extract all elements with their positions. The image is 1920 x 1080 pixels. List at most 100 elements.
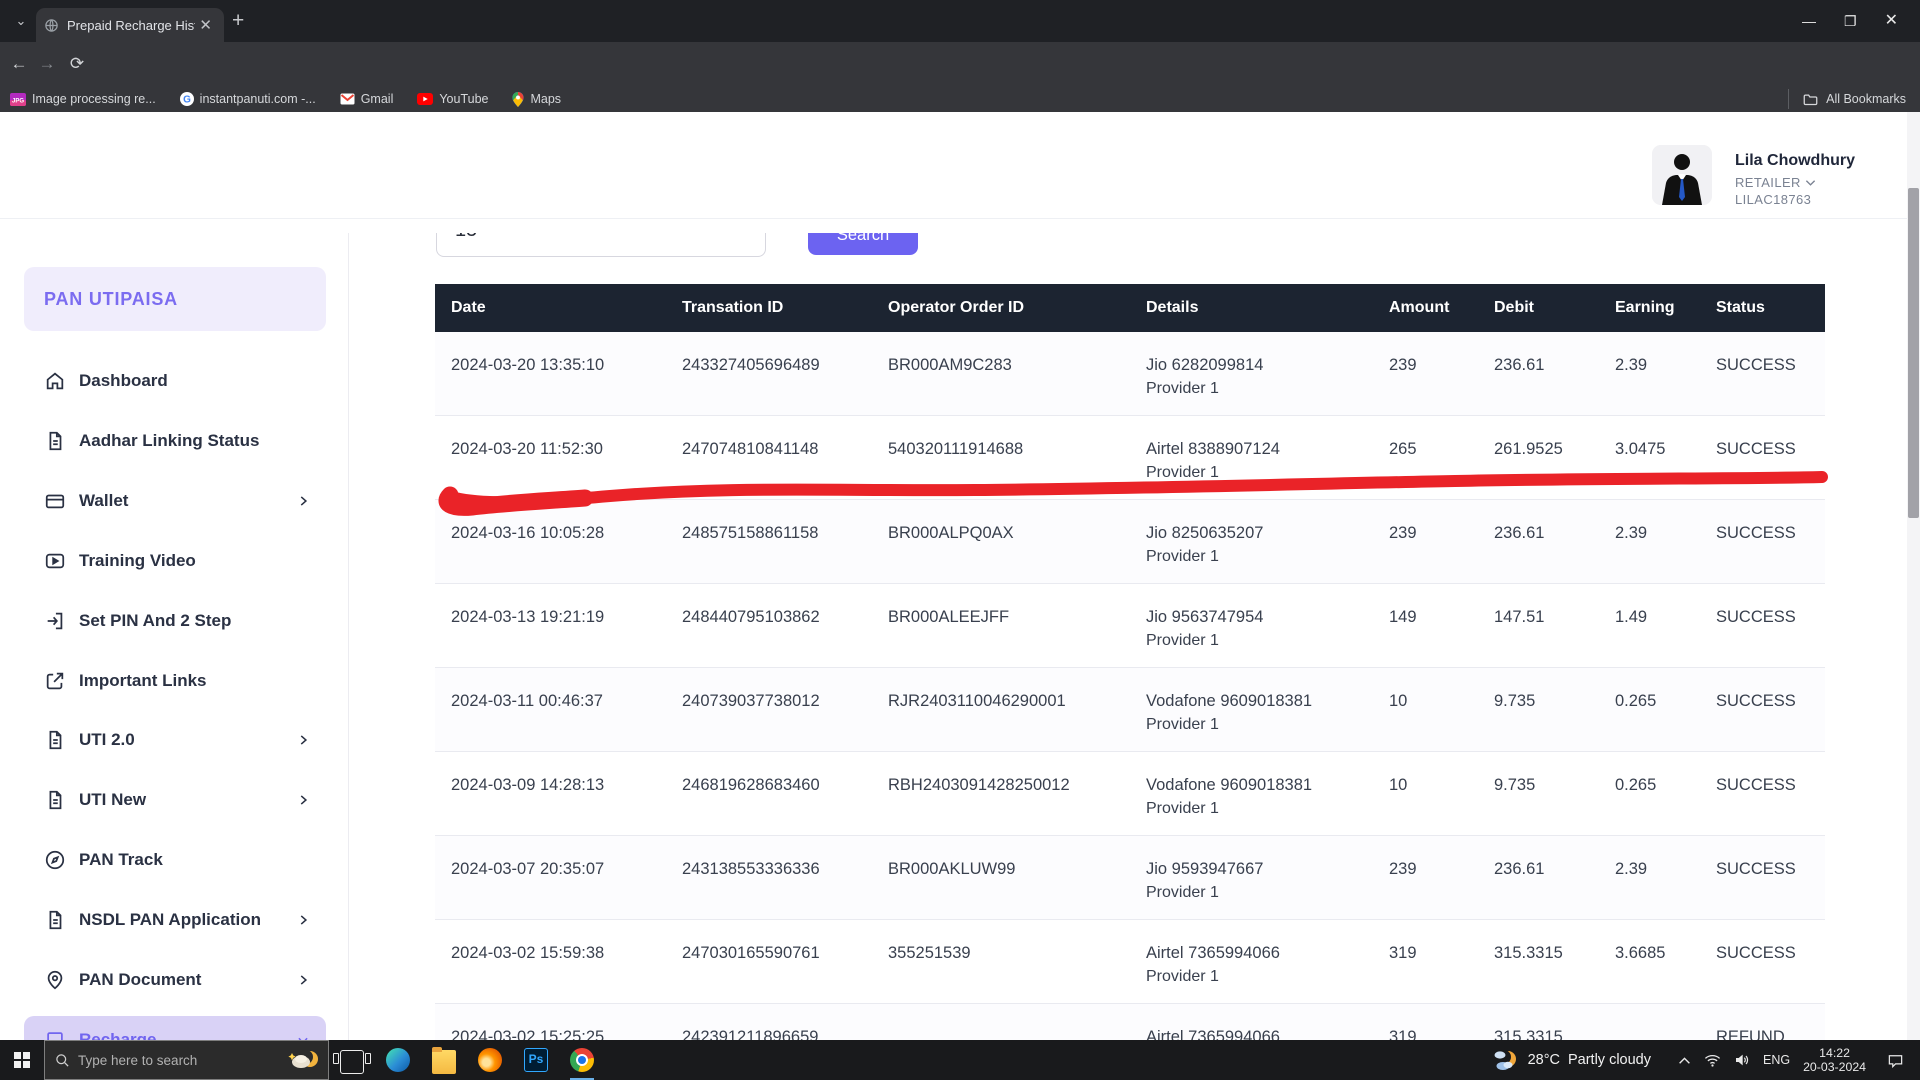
all-bookmarks-label: All Bookmarks (1826, 92, 1906, 106)
page-content: 15 ⌄ Search DateTransation IDOperator Or… (0, 112, 1920, 1040)
search-highlights-icon[interactable] (288, 1047, 318, 1073)
table-row[interactable]: 2024-03-16 10:05:28248575158861158BR000A… (435, 500, 1825, 584)
chrome-taskbar-icon[interactable] (559, 1040, 605, 1080)
youtube-icon (417, 93, 433, 105)
notification-center-icon[interactable] (1887, 1053, 1904, 1068)
sidebar-item-aadhar-linking-status[interactable]: Aadhar Linking Status (24, 421, 326, 461)
sidebar-item-uti-2-0[interactable]: UTI 2.0 (24, 720, 326, 760)
transaction-id-cell: 247074810841148 (666, 416, 872, 499)
debit-cell: 315.3315 (1478, 1004, 1599, 1040)
start-button[interactable] (0, 1040, 44, 1080)
task-view-icon (340, 1050, 364, 1074)
table-header: DateTransation IDOperator Order IDDetail… (435, 284, 1825, 332)
browser-toolbar: ← → ⟳ pan.utipaisa.com/dashboard/prepaid… (0, 42, 1920, 86)
details-cell: Jio 9563747954Provider 1 (1130, 584, 1373, 667)
table-row[interactable]: 2024-03-02 15:59:38247030165590761355251… (435, 920, 1825, 1004)
details-line2: Provider 1 (1146, 464, 1363, 482)
sidebar-item-training-video[interactable]: Training Video (24, 541, 326, 581)
weather-widget[interactable]: 28°C Partly cloudy (1492, 1047, 1651, 1073)
taskbar-search-input[interactable]: Type here to search (44, 1040, 329, 1080)
compass-icon (44, 849, 66, 871)
bookmark-item[interactable]: Gmail (340, 92, 394, 106)
page-scrollbar[interactable] (1907, 112, 1920, 1040)
sidebar-item-important-links[interactable]: Important Links (24, 661, 326, 701)
wifi-icon[interactable] (1704, 1054, 1721, 1067)
language-indicator[interactable]: ENG (1763, 1053, 1790, 1067)
all-bookmarks-button[interactable]: All Bookmarks (1788, 89, 1906, 109)
bookmark-item[interactable]: Ginstantpanuti.com -... (180, 92, 316, 106)
user-name[interactable]: Lila Chowdhury (1735, 152, 1855, 170)
table-row[interactable]: 2024-03-07 20:35:07243138553336336BR000A… (435, 836, 1825, 920)
back-button[interactable]: ← (6, 51, 32, 77)
table-row[interactable]: 2024-03-11 00:46:37240739037738012RJR240… (435, 668, 1825, 752)
details-line1: Jio 9563747954 (1146, 608, 1363, 627)
status-cell: REFUND (1700, 1004, 1825, 1040)
date-cell: 2024-03-09 14:28:13 (435, 752, 666, 835)
firefox-icon (478, 1048, 502, 1072)
bookmark-label: Maps (530, 92, 561, 106)
sidebar-brand[interactable]: PAN UTIPAISA (24, 267, 326, 331)
browser-tab[interactable]: Prepaid Recharge History ✕ (36, 8, 224, 42)
sidebar-item-label: UTI 2.0 (79, 730, 135, 750)
window-minimize-button[interactable]: — (1802, 14, 1816, 28)
firefox-taskbar-icon[interactable] (467, 1040, 513, 1080)
bookmark-item[interactable]: Maps (512, 92, 561, 107)
transaction-id-cell: 247030165590761 (666, 920, 872, 1003)
user-role[interactable]: RETAILER (1735, 175, 1816, 190)
table-body: 2024-03-20 13:35:10243327405696489BR000A… (435, 332, 1825, 1040)
user-avatar[interactable] (1652, 145, 1712, 205)
tray-chevron-up-icon[interactable] (1678, 1056, 1691, 1065)
table-row[interactable]: 2024-03-20 13:35:10243327405696489BR000A… (435, 332, 1825, 416)
window-close-button[interactable]: ✕ (1885, 14, 1898, 28)
sidebar-item-label: Set PIN And 2 Step (79, 611, 231, 631)
file-explorer-taskbar-icon[interactable] (421, 1040, 467, 1080)
volume-icon[interactable] (1734, 1053, 1750, 1067)
sidebar-item-set-pin-and-2-step[interactable]: Set PIN And 2 Step (24, 601, 326, 641)
forward-button[interactable]: → (34, 51, 60, 77)
window-maximize-button[interactable]: ❐ (1844, 14, 1857, 28)
edge-taskbar-icon[interactable] (375, 1040, 421, 1080)
sidebar-item-wallet[interactable]: Wallet (24, 481, 326, 521)
table-row[interactable]: 2024-03-20 11:52:30247074810841148540320… (435, 416, 1825, 500)
table-row[interactable]: 2024-03-13 19:21:19248440795103862BR000A… (435, 584, 1825, 668)
sidebar-item-uti-new[interactable]: UTI New (24, 780, 326, 820)
sidebar-item-nsdl-pan-application[interactable]: NSDL PAN Application (24, 900, 326, 940)
taskbar-clock[interactable]: 14:22 20-03-2024 (1803, 1046, 1866, 1074)
file-explorer-icon (432, 1050, 456, 1074)
browser-tabstrip: ⌄ Prepaid Recharge History ✕ + — ❐ ✕ (0, 0, 1920, 42)
sidebar-item-pan-document[interactable]: PAN Document (24, 960, 326, 1000)
details-line1: Jio 8250635207 (1146, 524, 1363, 543)
table-row[interactable]: 2024-03-02 15:25:25242391211896659Airtel… (435, 1004, 1825, 1040)
sidebar-item-pan-track[interactable]: PAN Track (24, 840, 326, 880)
sidebar-item-recharge[interactable]: Recharge (24, 1016, 326, 1040)
system-tray: 28°C Partly cloudy ENG 14:22 20-03-2024 (1492, 1040, 1920, 1080)
tab-search-icon[interactable]: ⌄ (8, 9, 34, 35)
tab-close-icon[interactable]: ✕ (195, 16, 216, 34)
earning-cell: 2.39 (1599, 836, 1700, 919)
search-icon (55, 1053, 70, 1068)
details-line2: Provider 1 (1146, 884, 1363, 902)
chrome-icon (570, 1048, 594, 1072)
transaction-id-cell: 243138553336336 (666, 836, 872, 919)
table-row[interactable]: 2024-03-09 14:28:13246819628683460RBH240… (435, 752, 1825, 836)
sidebar-item-dashboard[interactable]: Dashboard (24, 361, 326, 401)
reload-button[interactable]: ⟳ (64, 51, 90, 77)
scrollbar-thumb[interactable] (1908, 188, 1919, 518)
bookmark-item[interactable]: YouTube (417, 92, 488, 106)
photoshop-taskbar-icon[interactable]: Ps (513, 1040, 559, 1080)
amount-cell: 319 (1373, 1004, 1478, 1040)
file-icon (44, 729, 66, 751)
operator-order-id-cell: RJR2403110046290001 (872, 668, 1130, 751)
tab-favicon-globe-icon (44, 18, 59, 33)
bookmark-item[interactable]: JPGImage processing re... (10, 92, 156, 106)
sidebar-item-label: PAN Track (79, 850, 163, 870)
earning-cell: 3.0475 (1599, 416, 1700, 499)
weather-icon (1492, 1047, 1520, 1073)
google-icon: G (180, 92, 194, 106)
task-view-taskbar-icon[interactable] (329, 1040, 375, 1080)
new-tab-button[interactable]: + (232, 8, 244, 34)
windows-logo-icon (14, 1052, 30, 1068)
sidebar-item-label: Wallet (79, 491, 128, 511)
details-line2: Provider 1 (1146, 716, 1363, 734)
date-cell: 2024-03-20 11:52:30 (435, 416, 666, 499)
